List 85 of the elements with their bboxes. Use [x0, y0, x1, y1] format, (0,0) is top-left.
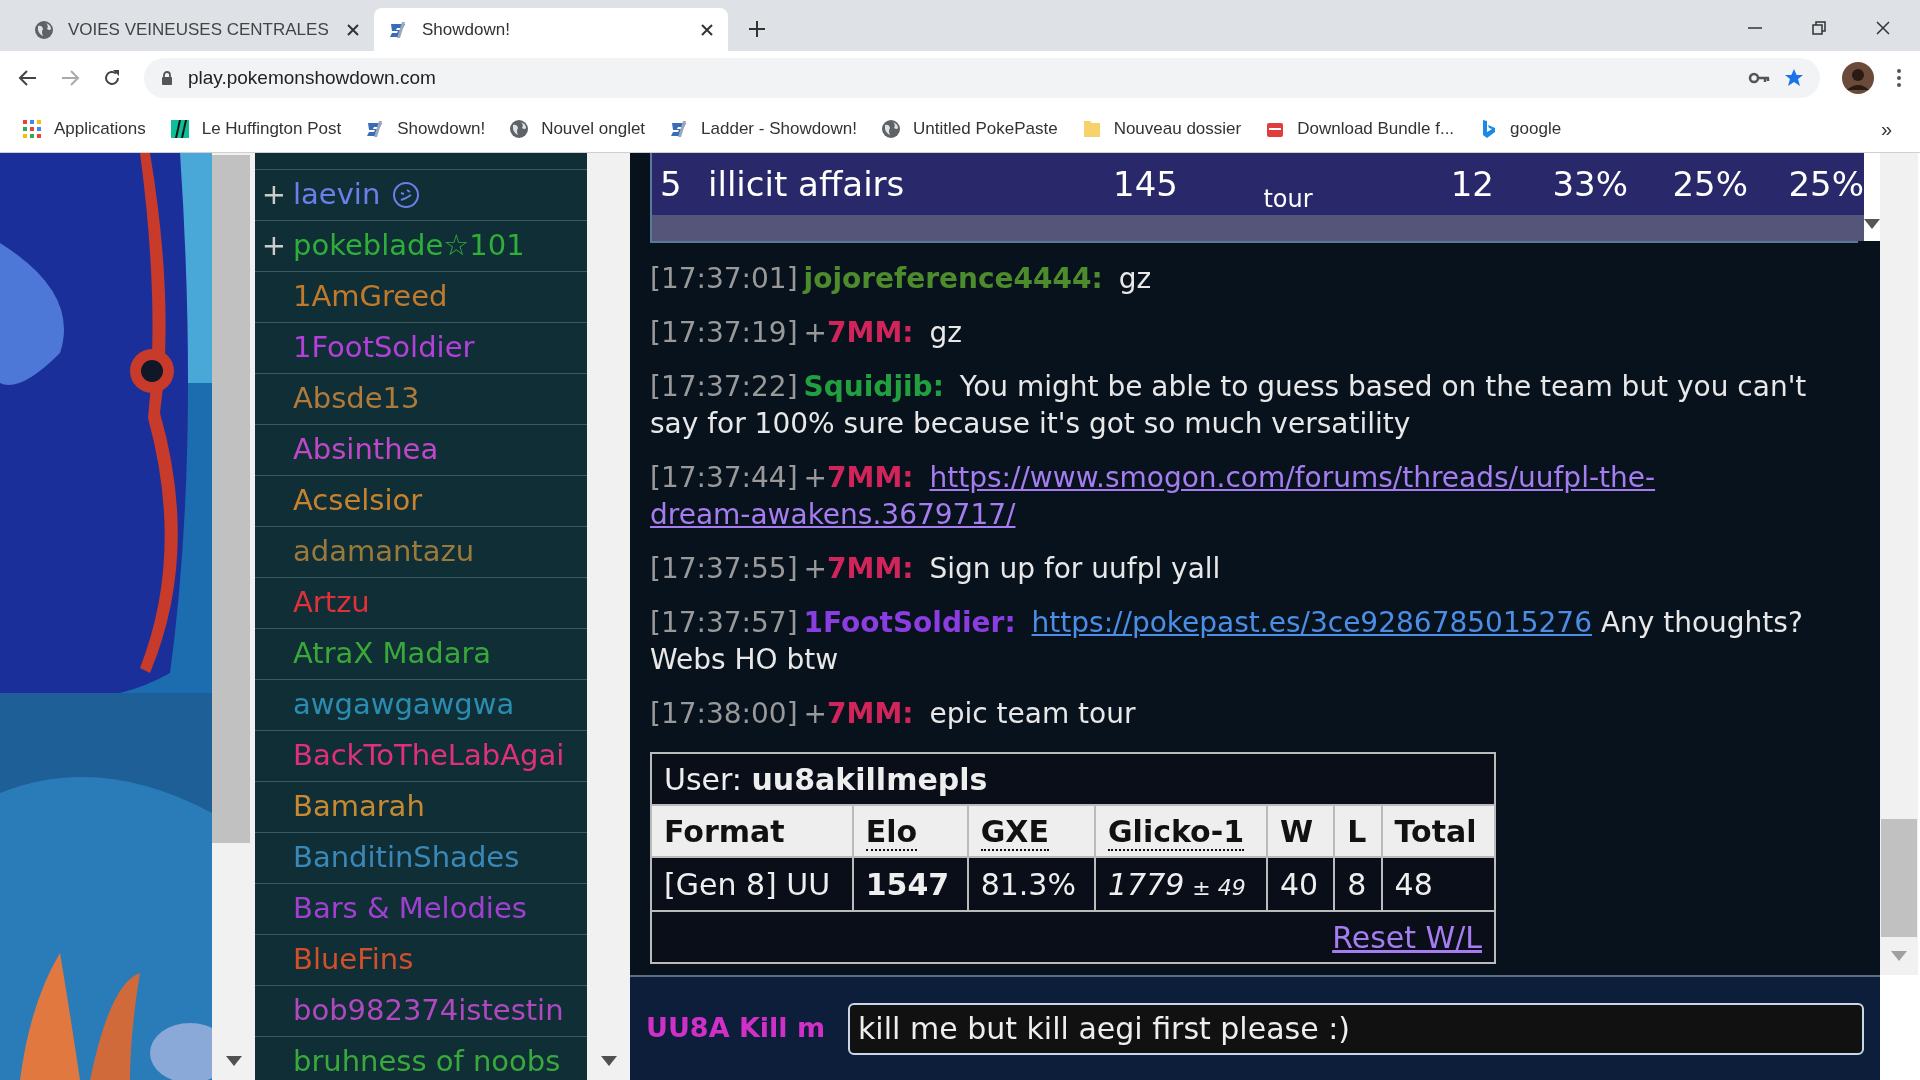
scrollbar-thumb[interactable] [212, 155, 250, 843]
bookmark[interactable]: Le Huffington Post [169, 115, 342, 142]
user-name[interactable]: Artzu [293, 581, 370, 625]
close-icon[interactable] [346, 22, 360, 37]
rank-symbol: + [260, 227, 288, 265]
bookmark[interactable]: Showdown! [365, 115, 486, 142]
table-cell-text: 33% [1551, 162, 1628, 206]
chat-message: [17:37:55] +7MM: Sign up for uufpl yall [650, 551, 1222, 587]
column-header: L [1347, 813, 1367, 849]
table-cell-text: 25% [1671, 162, 1748, 206]
chat-message: [17:37:01] jojoreference4444: gz [650, 261, 1153, 297]
message-input[interactable]: kill me but kill aegi first please :) [848, 1002, 1864, 1055]
table-cell-text: tour [1262, 184, 1314, 215]
user-name[interactable]: BackToTheLabAgai [293, 734, 565, 778]
key-icon[interactable] [1748, 70, 1770, 86]
chat-message: [17:38:00] +7MM: epic team tour [650, 696, 1137, 732]
column-header: Total [1394, 813, 1477, 849]
scroll-down-icon[interactable] [601, 1056, 617, 1066]
bookmark[interactable]: Download Bundle f... [1265, 115, 1455, 142]
bookmark[interactable]: Nouvel onglet [509, 115, 646, 142]
user-name[interactable]: Acselsior [293, 479, 423, 523]
user-name[interactable]: Absinthea [293, 428, 439, 472]
table-cell-text: 12 [1449, 162, 1495, 206]
browser-tab[interactable]: Showdown! [374, 8, 728, 51]
scrollbar-thumb[interactable] [1881, 819, 1917, 937]
column-header: Format [664, 813, 785, 849]
user-name[interactable]: Absde13 [293, 377, 420, 421]
chat-message: [17:37:57] 1FootSoldier: https://pokepast.es/3ce9286785015276 Any thoughts? Webs HO btw [650, 605, 1804, 678]
restore-icon[interactable] [1812, 21, 1826, 35]
star-icon[interactable] [1784, 68, 1804, 88]
link[interactable]: https://www.smogon.com/forums/threads/uufpl-the- [929, 461, 1656, 494]
table-cell: 1779 [1108, 866, 1185, 902]
back-icon[interactable] [18, 68, 38, 88]
user-name[interactable]: adamantazu [293, 530, 475, 574]
link[interactable]: https://pokepast.es/3ce9286785015276 [1031, 606, 1592, 639]
chat-message: [17:37:19] +7MM: gz [650, 315, 963, 351]
more-bookmarks-button[interactable]: » [1880, 113, 1892, 144]
user-name[interactable]: laevin [293, 173, 381, 217]
user-name: uu8akillmepls [751, 761, 988, 797]
chat-message: [17:37:22] Squidjib: You might be able to guess based on the team but you can't say for 100% sure because it's got so much versatility [650, 369, 1808, 442]
user-name[interactable]: AtraX Madara [293, 632, 492, 676]
folder-icon [1081, 118, 1102, 139]
table-cell-text: 5 [659, 162, 683, 206]
huffpost-icon [169, 118, 190, 139]
user-name[interactable]: bruhness of noobs [293, 1040, 561, 1080]
user-name[interactable]: BanditinShades [293, 836, 520, 880]
reset-link[interactable]: Reset W/L [1332, 919, 1482, 955]
rank-symbol: + [260, 176, 288, 214]
bookmark[interactable]: Untitled PokePaste [881, 115, 1058, 142]
bookmark[interactable]: Ladder - Showdown! [669, 115, 858, 142]
browser-tab[interactable]: VOIES VEINEUSES CENTRALES [20, 8, 374, 51]
table-cell-text: illicit affairs [708, 162, 906, 206]
user-name: UU8A Kill m [646, 1011, 827, 1046]
user-name[interactable]: Bamarah [293, 785, 425, 829]
bookmark[interactable]: Applications [22, 115, 146, 142]
field-label: User: [664, 761, 743, 797]
globe-icon [881, 118, 902, 139]
user-name[interactable]: pokeblade☆101 [293, 224, 525, 268]
bookmark[interactable]: Nouveau dossier [1081, 115, 1242, 142]
reload-icon[interactable] [102, 68, 122, 88]
user-name[interactable]: bob982374istestin [293, 989, 564, 1033]
apps-icon [22, 118, 42, 139]
user-name[interactable]: BlueFins [293, 938, 414, 982]
menu-icon[interactable] [1896, 68, 1902, 88]
column-header: W [1279, 813, 1313, 849]
close-icon[interactable] [700, 22, 714, 37]
avatar-icon[interactable] [1842, 62, 1874, 94]
address-bar[interactable]: play.pokemonshowdown.com [144, 58, 1820, 98]
user-name[interactable]: awgawgawgwa [293, 683, 515, 727]
new-tab-icon[interactable] [748, 20, 766, 38]
user-name[interactable]: 1AmGreed [293, 275, 448, 319]
bookmark[interactable]: google [1478, 115, 1562, 142]
chat-message: [17:37:44] +7MM: https://www.smogon.com/forums/threads/uufpl-the- dream-awakens.3679717/ [650, 460, 1657, 533]
globe-icon [509, 118, 530, 139]
scroll-down-icon[interactable] [1864, 219, 1880, 229]
globe-icon [34, 19, 54, 40]
lock-icon [160, 70, 174, 86]
scroll-down-icon[interactable] [226, 1056, 242, 1066]
table-cell-text: 145 [1112, 162, 1179, 206]
link[interactable]: dream-awakens.3679717/ [650, 498, 1016, 531]
showdown-icon [388, 19, 408, 40]
table-cell-text: 25% [1787, 162, 1864, 206]
user-name[interactable]: 1FootSoldier [293, 326, 475, 370]
table-cell: ± 49 [1192, 874, 1246, 900]
close-icon[interactable] [1876, 21, 1890, 35]
